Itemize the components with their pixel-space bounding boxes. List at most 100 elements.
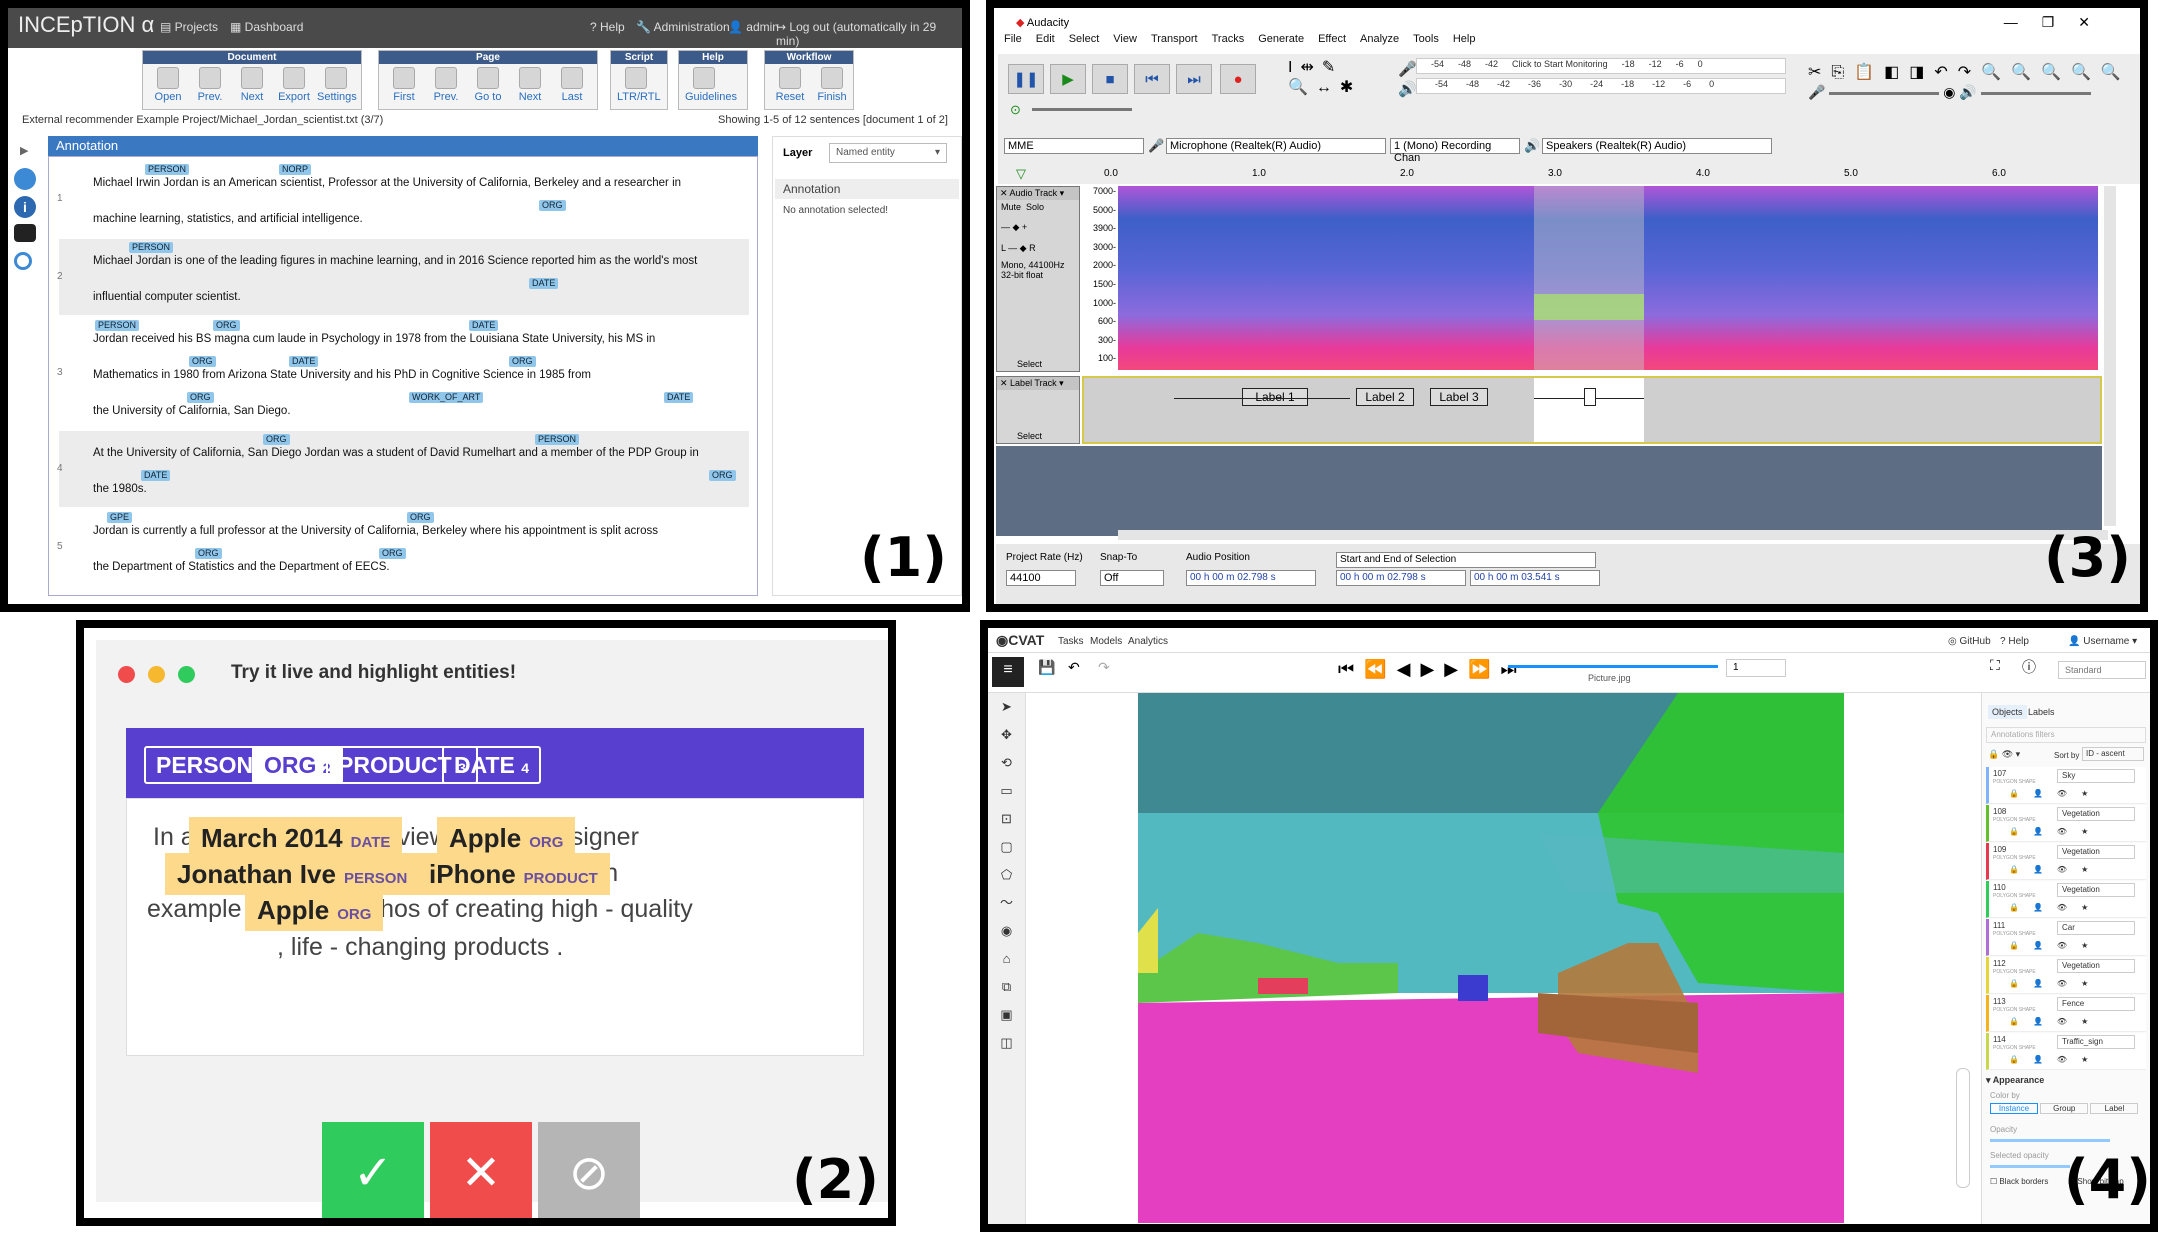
- entity-label[interactable]: ORG: [195, 548, 222, 559]
- toolbar-button-reset[interactable]: Reset: [771, 67, 809, 103]
- entity-label[interactable]: PERSON: [95, 320, 140, 331]
- object-item[interactable]: 111 POLYGON SHAPE Car 🔒👤👁★: [1986, 919, 2146, 956]
- nav-analytics[interactable]: Analytics: [1128, 636, 1168, 647]
- color-by-group[interactable]: Group: [2040, 1103, 2089, 1114]
- record-button[interactable]: ●: [1220, 64, 1256, 94]
- color-by-label-option[interactable]: Label: [2090, 1103, 2139, 1114]
- menu-edit[interactable]: Edit: [1036, 33, 1055, 45]
- entity-label[interactable]: NORP: [279, 164, 312, 175]
- menu-transport[interactable]: Transport: [1151, 33, 1198, 45]
- label-2[interactable]: Label 2: [1356, 388, 1414, 406]
- object-label-select[interactable]: Traffic_sign: [2057, 1035, 2135, 1049]
- help-link[interactable]: ? Help: [2000, 636, 2029, 647]
- label-track-name[interactable]: ✕ Label Track ▾: [997, 377, 1079, 390]
- label-3[interactable]: Label 3: [1430, 388, 1488, 406]
- undo-icon[interactable]: ↶: [1068, 659, 1080, 676]
- channels-select[interactable]: 1 (Mono) Recording Chan: [1390, 138, 1520, 164]
- labels-tab[interactable]: Labels: [2028, 707, 2055, 717]
- menu-tools[interactable]: Tools: [1413, 33, 1439, 45]
- host-select[interactable]: MME: [1004, 138, 1144, 154]
- layer-select[interactable]: Named entity ▾: [829, 143, 947, 163]
- entity-label[interactable]: PERSON: [535, 434, 580, 445]
- object-actions[interactable]: 🔒👤👁★: [2009, 1017, 2102, 1026]
- audio-position-field[interactable]: 00 h 00 m 02.798 s: [1186, 570, 1316, 586]
- entity-label[interactable]: DATE: [289, 356, 319, 367]
- nav-logout[interactable]: ↪ Log out (automatically in 29 min): [776, 20, 962, 48]
- entity-label[interactable]: ORG: [263, 434, 290, 445]
- label-select-button[interactable]: Select: [1017, 431, 1042, 441]
- skip-start-button[interactable]: ⏮: [1134, 64, 1170, 94]
- object-actions[interactable]: 🔒👤👁★: [2009, 827, 2102, 836]
- toolbar-button-first[interactable]: First: [385, 67, 423, 103]
- selection-mode-select[interactable]: Start and End of Selection: [1336, 552, 1596, 568]
- entity-label[interactable]: DATE: [664, 392, 694, 403]
- sentence-3[interactable]: 3 Jordan received his BS magna cum laude …: [57, 317, 749, 429]
- entity-label[interactable]: DATE: [469, 320, 499, 331]
- input-device-select[interactable]: Microphone (Realtek(R) Audio): [1166, 138, 1386, 154]
- toolbar-button-prev[interactable]: Prev.: [427, 67, 465, 103]
- skip-end-button[interactable]: ⏭: [1176, 64, 1212, 94]
- edit-toolbar[interactable]: ✂⎘📋◧◨↶↷🔍🔍🔍🔍🔍: [1808, 62, 2131, 82]
- monitor-text[interactable]: Click to Start Monitoring: [1512, 59, 1608, 69]
- zoom-slider[interactable]: [1956, 1068, 1970, 1188]
- github-link[interactable]: ◎ GitHub: [1948, 636, 1991, 647]
- sentence-2[interactable]: 2 Michael Jordan is one of the leading fi…: [57, 239, 749, 315]
- entity-highlight[interactable]: Apple ORG: [245, 889, 384, 931]
- mute-solo[interactable]: Mute Solo: [997, 200, 1079, 214]
- toolbar-button-finish[interactable]: Finish: [813, 67, 851, 103]
- toolbar-button-next[interactable]: Next: [233, 67, 271, 103]
- entity-label[interactable]: PERSON: [129, 242, 174, 253]
- stop-button[interactable]: ■: [1092, 64, 1128, 94]
- menu-view[interactable]: View: [1113, 33, 1137, 45]
- entity-label[interactable]: ORG: [509, 356, 536, 367]
- entity-label[interactable]: DATE: [141, 470, 171, 481]
- toolbar-button-next[interactable]: Next: [511, 67, 549, 103]
- object-item[interactable]: 108 POLYGON SHAPE Vegetation 🔒👤👁★: [1986, 805, 2146, 842]
- mixer-toolbar[interactable]: 🎤 ◉ 🔊: [1808, 84, 2091, 101]
- object-label-select[interactable]: Vegetation: [2057, 807, 2135, 821]
- play-button[interactable]: ▶: [1050, 64, 1086, 94]
- info-icon[interactable]: ⓘ: [2022, 657, 2036, 677]
- project-rate-select[interactable]: 44100: [1006, 570, 1076, 586]
- object-actions[interactable]: 🔒👤👁★: [2009, 1055, 2102, 1064]
- accept-button[interactable]: ✓: [322, 1122, 424, 1218]
- selection-start-field[interactable]: 00 h 00 m 02.798 s: [1336, 570, 1466, 586]
- toolbar-button-goto[interactable]: Go to: [469, 67, 507, 103]
- vertical-scrollbar[interactable]: [2104, 186, 2116, 526]
- nav-models[interactable]: Models: [1090, 636, 1122, 647]
- object-item[interactable]: 112 POLYGON SHAPE Vegetation 🔒👤👁★: [1986, 957, 2146, 994]
- object-label-select[interactable]: Vegetation: [2057, 845, 2135, 859]
- object-item[interactable]: 114 POLYGON SHAPE Traffic_sign 🔒👤👁★: [1986, 1033, 2146, 1070]
- toolbar-button-export[interactable]: Export: [275, 67, 313, 103]
- toolbar-button-last[interactable]: Last: [553, 67, 591, 103]
- entity-label[interactable]: ORG: [379, 548, 406, 559]
- label-edit-box[interactable]: [1584, 388, 1596, 406]
- refresh-icon[interactable]: [14, 168, 36, 190]
- entity-label[interactable]: ORG: [213, 320, 240, 331]
- menu-file[interactable]: File: [1004, 33, 1022, 45]
- comment-icon[interactable]: [14, 224, 36, 242]
- audio-track-name[interactable]: ✕ Audio Track ▾: [997, 187, 1079, 200]
- selection-end-field[interactable]: 00 h 00 m 03.541 s: [1470, 570, 1600, 586]
- object-item[interactable]: 109 POLYGON SHAPE Vegetation 🔒👤👁★: [1986, 843, 2146, 880]
- annotation-filter-input[interactable]: Annotations filters: [1986, 727, 2146, 743]
- object-actions[interactable]: 🔒👤👁★: [2009, 903, 2102, 912]
- info-icon[interactable]: i: [14, 196, 36, 218]
- toolbar-button-settings[interactable]: Settings: [317, 67, 357, 103]
- menu-analyze[interactable]: Analyze: [1360, 33, 1399, 45]
- sentence-4[interactable]: 4 At the University of California, San Di…: [57, 431, 749, 507]
- color-by-instance[interactable]: Instance: [1990, 1103, 2038, 1114]
- nav-user[interactable]: 👤 admin: [728, 20, 779, 34]
- entity-label[interactable]: GPE: [107, 512, 133, 523]
- object-actions[interactable]: 🔒👤👁★: [2009, 941, 2102, 950]
- nav-projects[interactable]: ▤ Projects: [160, 20, 218, 34]
- selection-region[interactable]: [1534, 186, 1644, 370]
- toolbar-button-guidelines[interactable]: Guidelines: [685, 67, 737, 103]
- tools-toolbar[interactable]: I⇹✎ 🔍↔✱: [1288, 58, 1398, 98]
- menu-button[interactable]: ≡: [992, 657, 1024, 687]
- color-by-toggle[interactable]: Instance Group Label: [1990, 1103, 2144, 1119]
- nav-tasks[interactable]: Tasks: [1058, 636, 1084, 647]
- select-button[interactable]: Select: [1017, 359, 1042, 369]
- image-canvas[interactable]: [1138, 693, 1844, 1223]
- pan-slider[interactable]: L — ◆ R: [997, 241, 1079, 256]
